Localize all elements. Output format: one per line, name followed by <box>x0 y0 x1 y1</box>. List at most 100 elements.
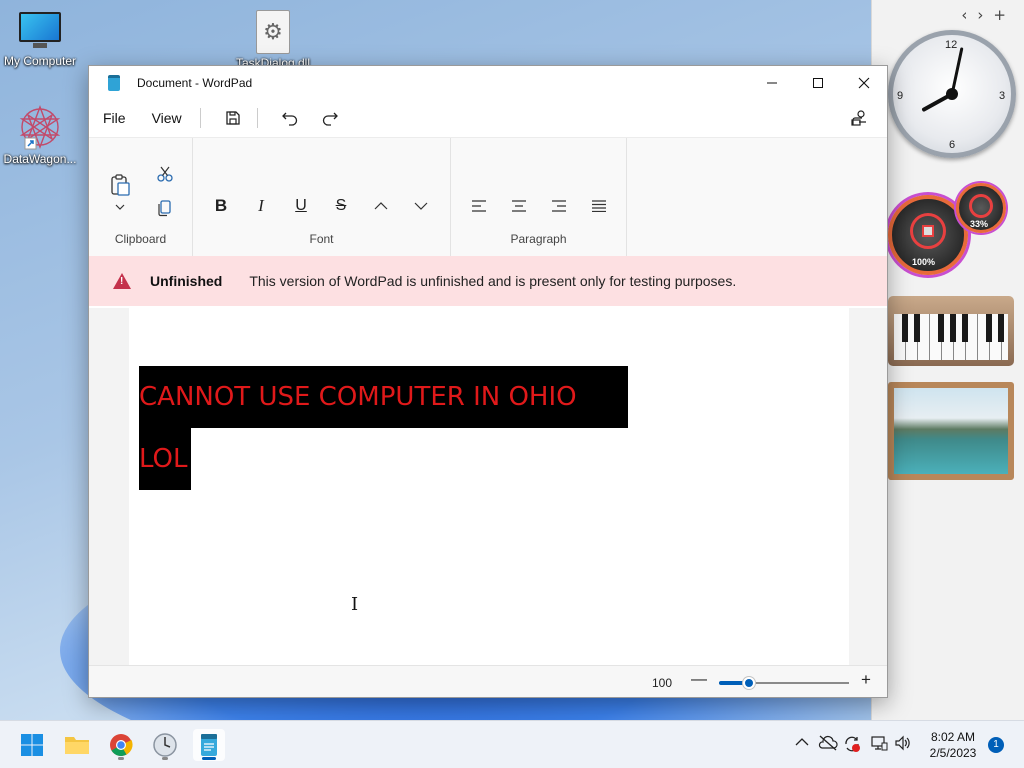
zoom-slider-thumb[interactable] <box>742 677 755 689</box>
warning-icon <box>113 273 131 289</box>
piano-gadget[interactable] <box>888 296 1014 366</box>
grow-font-button[interactable] <box>367 192 395 220</box>
clock-gadget[interactable]: 12 3 6 9 <box>888 30 1016 158</box>
font-group-label: Font <box>309 232 334 246</box>
align-right-button[interactable] <box>545 192 573 220</box>
align-right-icon <box>552 200 566 212</box>
notepad-app-icon <box>108 74 120 91</box>
clipboard-group: Clipboard <box>89 138 193 256</box>
wordpad-window: Document - WordPad File View Clipboard B… <box>88 65 888 698</box>
zoom-level: 100 <box>652 676 673 690</box>
desktop-icon-my-computer[interactable]: My Computer <box>0 12 80 68</box>
window-controls <box>749 66 887 99</box>
menu-view[interactable]: View <box>152 104 182 132</box>
menu-bar: File View <box>89 99 887 137</box>
save-button[interactable] <box>213 104 253 132</box>
chevron-up-icon <box>795 738 809 746</box>
menu-file[interactable]: File <box>103 104 126 132</box>
zoom-slider[interactable] <box>719 677 849 689</box>
zoom-in-button[interactable]: + <box>861 670 871 690</box>
running-indicator <box>162 757 168 760</box>
piano-black-key <box>950 314 956 342</box>
start-button[interactable] <box>16 729 48 761</box>
document-line-1[interactable]: CANNOT USE COMPUTER IN OHIO <box>139 366 628 428</box>
minimize-button[interactable] <box>749 66 795 99</box>
bold-icon: B <box>214 196 228 215</box>
chevron-right-icon[interactable]: › <box>977 6 993 24</box>
underline-icon: U <box>295 197 307 214</box>
redo-icon <box>322 112 338 126</box>
clock-number-12: 12 <box>945 39 958 51</box>
clock-center <box>946 88 958 100</box>
show-hidden-icons-button[interactable] <box>795 735 809 751</box>
bold-button[interactable]: B <box>207 192 235 220</box>
ram-meter-dial <box>969 194 993 218</box>
paragraph-group: Paragraph <box>451 138 627 256</box>
align-left-icon <box>472 200 486 212</box>
document-line-2[interactable]: LOL <box>139 428 191 490</box>
shrink-font-button[interactable] <box>407 192 435 220</box>
maximize-button[interactable] <box>795 66 841 99</box>
clock-app-icon <box>153 733 177 757</box>
underline-button[interactable]: U <box>287 192 315 220</box>
chevron-down-icon <box>414 202 428 210</box>
taskbar-chrome[interactable] <box>105 729 137 761</box>
banner-message: This version of WordPad is unfinished an… <box>249 273 737 289</box>
ribbon: Clipboard B I U S Font Paragraph <box>89 137 887 256</box>
ram-meter-gadget[interactable]: 33% <box>956 183 1006 233</box>
clipboard-group-label: Clipboard <box>114 232 167 246</box>
align-left-button[interactable] <box>465 192 493 220</box>
chrome-icon <box>110 734 133 756</box>
menu-separator <box>199 108 201 128</box>
desktop-icon-label: DataWagon... <box>3 152 77 166</box>
taskbar-wordpad[interactable] <box>193 729 225 761</box>
onedrive-offline-icon[interactable] <box>818 735 838 755</box>
notification-badge[interactable]: 1 <box>988 737 1004 753</box>
justify-icon <box>592 200 606 212</box>
zoom-out-button[interactable]: — <box>691 671 707 689</box>
document-page[interactable]: CANNOT USE COMPUTER IN OHIO LOL I <box>129 308 849 666</box>
taskbar: 8:02 AM 2/5/2023 1 <box>0 720 1024 768</box>
desktop-icon-dll[interactable]: ⚙ TaskDialog.dll <box>233 10 313 66</box>
strikethrough-button[interactable]: S <box>327 192 355 220</box>
cpu-meter-label: 100% <box>912 257 936 267</box>
desktop-icon-datawagon[interactable]: DataWagon... <box>0 104 80 166</box>
ram-meter-label: 33% <box>970 219 989 229</box>
document-area[interactable]: CANNOT USE COMPUTER IN OHIO LOL I <box>89 308 887 666</box>
piano-black-key <box>998 314 1004 342</box>
taskbar-time: 8:02 AM <box>930 730 976 744</box>
copy-button[interactable] <box>151 196 179 220</box>
window-title: Document - WordPad <box>137 75 253 90</box>
align-center-button[interactable] <box>505 192 533 220</box>
italic-button[interactable]: I <box>247 192 275 220</box>
menu-separator <box>256 108 258 128</box>
close-button[interactable] <box>841 66 887 99</box>
status-bar: 100 — + <box>89 665 887 697</box>
paste-clipboard-icon <box>111 174 130 196</box>
volume-icon[interactable] <box>894 735 912 755</box>
add-gadget-icon[interactable]: + <box>993 6 1016 24</box>
share-button[interactable] <box>839 104 879 132</box>
justify-button[interactable] <box>585 192 613 220</box>
network-icon[interactable] <box>870 735 888 755</box>
piano-black-key <box>938 314 944 342</box>
stop-icon <box>922 225 934 237</box>
chevron-left-icon[interactable]: ‹ <box>961 6 977 24</box>
paragraph-group-label: Paragraph <box>510 232 567 246</box>
cut-button[interactable] <box>151 162 179 186</box>
gadget-sidebar: ‹›+ 12 3 6 9 100% 33% <box>871 0 1024 720</box>
piano-keys <box>894 314 1008 360</box>
undo-button[interactable] <box>270 104 310 132</box>
taskbar-clock[interactable]: 8:02 AM 2/5/2023 <box>920 729 986 761</box>
folder-icon <box>65 737 89 754</box>
paste-options-button[interactable] <box>111 200 129 214</box>
save-icon <box>226 111 240 125</box>
sync-error-icon[interactable] <box>843 735 861 757</box>
paste-button[interactable] <box>105 170 135 200</box>
taskbar-file-explorer[interactable] <box>61 729 93 761</box>
taskbar-clock-app[interactable] <box>149 729 181 761</box>
slideshow-gadget[interactable] <box>888 382 1014 480</box>
redo-button[interactable] <box>310 104 350 132</box>
piano-black-key <box>962 314 968 342</box>
title-bar[interactable]: Document - WordPad <box>89 66 887 99</box>
